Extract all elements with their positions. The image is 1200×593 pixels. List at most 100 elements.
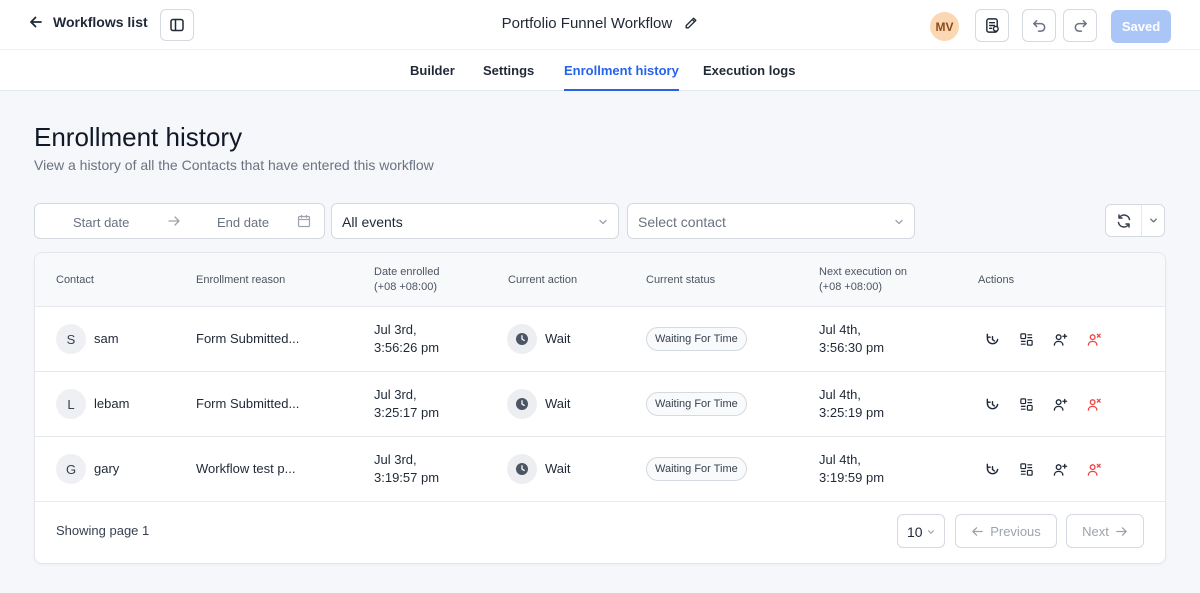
- next-execution: Jul 4th, 3:19:59 pm: [819, 451, 884, 487]
- column-enrollment-reason: Enrollment reason: [196, 274, 286, 286]
- view-details-icon[interactable]: [1017, 330, 1035, 348]
- tab-bar: Builder Settings Enrollment history Exec…: [0, 50, 1200, 91]
- remove-contact-icon[interactable]: [1085, 330, 1103, 348]
- table-row: L lebam Form Submitted... Jul 3rd, 3:25:…: [35, 372, 1165, 437]
- undo-icon: [1032, 20, 1045, 32]
- tab-enrollment-history[interactable]: Enrollment history: [564, 63, 679, 91]
- table-header: Contact Enrollment reason Date enrolled …: [35, 253, 1165, 307]
- date-enrolled-date: Jul 3rd,: [374, 387, 417, 402]
- test-workflow-button[interactable]: [975, 9, 1009, 42]
- column-next-execution-tz: (+08 +08:00): [819, 281, 882, 293]
- column-actions: Actions: [978, 274, 1015, 286]
- events-select[interactable]: All events: [331, 203, 619, 239]
- contact-select[interactable]: Select contact: [627, 203, 915, 239]
- tab-builder[interactable]: Builder: [410, 63, 455, 91]
- clock-icon: [507, 324, 537, 354]
- next-execution-date: Jul 4th,: [819, 452, 861, 467]
- tab-execution-logs[interactable]: Execution logs: [703, 63, 795, 91]
- contact-name[interactable]: lebam: [94, 395, 129, 413]
- next-execution: Jul 4th, 3:25:19 pm: [819, 386, 884, 422]
- arrow-left-icon: [972, 526, 983, 536]
- undo-button[interactable]: [1022, 9, 1056, 42]
- history-icon[interactable]: [983, 395, 1001, 413]
- start-date-placeholder[interactable]: Start date: [73, 215, 129, 230]
- column-contact: Contact: [56, 274, 94, 286]
- calendar-icon: [297, 215, 311, 228]
- arrow-right-icon: [168, 216, 180, 226]
- refresh-options-button[interactable]: [1142, 205, 1164, 236]
- redo-icon: [1074, 20, 1087, 32]
- status-badge: Waiting For Time: [646, 457, 747, 481]
- arrow-right-icon: [1116, 526, 1127, 536]
- contact-name[interactable]: gary: [94, 460, 119, 478]
- saved-button[interactable]: Saved: [1111, 10, 1171, 43]
- current-action: Wait: [545, 396, 571, 411]
- column-next-execution-label: Next execution on: [819, 266, 908, 278]
- contact-initial-avatar: L: [56, 389, 86, 419]
- table-row: S sam Form Submitted... Jul 3rd, 3:56:26…: [35, 307, 1165, 372]
- status-badge: Waiting For Time: [646, 327, 747, 351]
- date-enrolled: Jul 3rd, 3:19:57 pm: [374, 451, 439, 487]
- add-contact-icon[interactable]: [1051, 395, 1069, 413]
- add-contact-icon[interactable]: [1051, 330, 1069, 348]
- date-enrolled-time: 3:56:26 pm: [374, 340, 440, 355]
- column-date-enrolled: Date enrolled (+08 +08:00): [374, 265, 439, 295]
- workflow-title[interactable]: Portfolio Funnel Workflow: [502, 15, 673, 32]
- page-size-select[interactable]: 10: [897, 514, 945, 548]
- next-execution-date: Jul 4th,: [819, 387, 861, 402]
- current-action: Wait: [545, 461, 571, 476]
- remove-contact-icon[interactable]: [1085, 395, 1103, 413]
- toggle-sidebar-button[interactable]: [160, 9, 194, 41]
- history-icon[interactable]: [983, 460, 1001, 478]
- view-details-icon[interactable]: [1017, 460, 1035, 478]
- previous-page-button[interactable]: Previous: [955, 514, 1057, 548]
- page-title: Enrollment history: [34, 122, 243, 152]
- back-label: Workflows list: [53, 14, 148, 30]
- document-check-icon: [985, 18, 999, 33]
- page-subtitle: View a history of all the Contacts that …: [34, 157, 434, 173]
- date-range-picker[interactable]: Start date End date: [34, 203, 325, 239]
- tab-settings[interactable]: Settings: [483, 63, 534, 91]
- enrollment-table-card: Contact Enrollment reason Date enrolled …: [34, 252, 1166, 564]
- history-icon[interactable]: [983, 330, 1001, 348]
- refresh-icon: [1117, 213, 1130, 228]
- view-details-icon[interactable]: [1017, 395, 1035, 413]
- clock-icon: [507, 389, 537, 419]
- next-execution-time: 3:56:30 pm: [819, 340, 885, 355]
- remove-contact-icon[interactable]: [1085, 460, 1103, 478]
- add-contact-icon[interactable]: [1051, 460, 1069, 478]
- user-avatar[interactable]: MV: [930, 12, 959, 41]
- current-action: Wait: [545, 331, 571, 346]
- clock-icon: [507, 454, 537, 484]
- column-next-execution: Next execution on (+08 +08:00): [819, 265, 907, 295]
- column-current-status: Current status: [646, 274, 716, 286]
- next-execution-time: 3:19:59 pm: [819, 470, 885, 485]
- chevron-down-icon: [599, 219, 607, 225]
- next-execution-date: Jul 4th,: [819, 322, 861, 337]
- date-enrolled: Jul 3rd, 3:56:26 pm: [374, 321, 439, 357]
- refresh-button-group: [1105, 204, 1165, 237]
- date-enrolled-time: 3:25:17 pm: [374, 405, 440, 420]
- chevron-down-icon: [1149, 218, 1157, 223]
- next-label: Next: [1082, 523, 1109, 539]
- contact-initial-avatar: G: [56, 454, 86, 484]
- top-bar: Workflows list Portfolio Funnel Workflow…: [0, 0, 1200, 50]
- chevron-down-icon: [927, 530, 935, 534]
- enrollment-reason: Workflow test p...: [196, 461, 296, 476]
- events-select-value: All events: [342, 214, 403, 230]
- date-enrolled-date: Jul 3rd,: [374, 452, 417, 467]
- contact-select-placeholder: Select contact: [638, 214, 726, 230]
- pencil-icon[interactable]: [684, 16, 698, 30]
- date-enrolled-date: Jul 3rd,: [374, 322, 417, 337]
- next-execution: Jul 4th, 3:56:30 pm: [819, 321, 884, 357]
- end-date-placeholder[interactable]: End date: [217, 215, 269, 230]
- back-to-workflows-link[interactable]: Workflows list: [28, 14, 148, 30]
- column-date-enrolled-tz: (+08 +08:00): [374, 281, 437, 293]
- column-current-action: Current action: [508, 274, 578, 286]
- status-badge: Waiting For Time: [646, 392, 747, 416]
- redo-button[interactable]: [1063, 9, 1097, 42]
- next-page-button[interactable]: Next: [1066, 514, 1144, 548]
- table-row: G gary Workflow test p... Jul 3rd, 3:19:…: [35, 437, 1165, 502]
- contact-name[interactable]: sam: [94, 330, 119, 348]
- refresh-button[interactable]: [1106, 205, 1142, 236]
